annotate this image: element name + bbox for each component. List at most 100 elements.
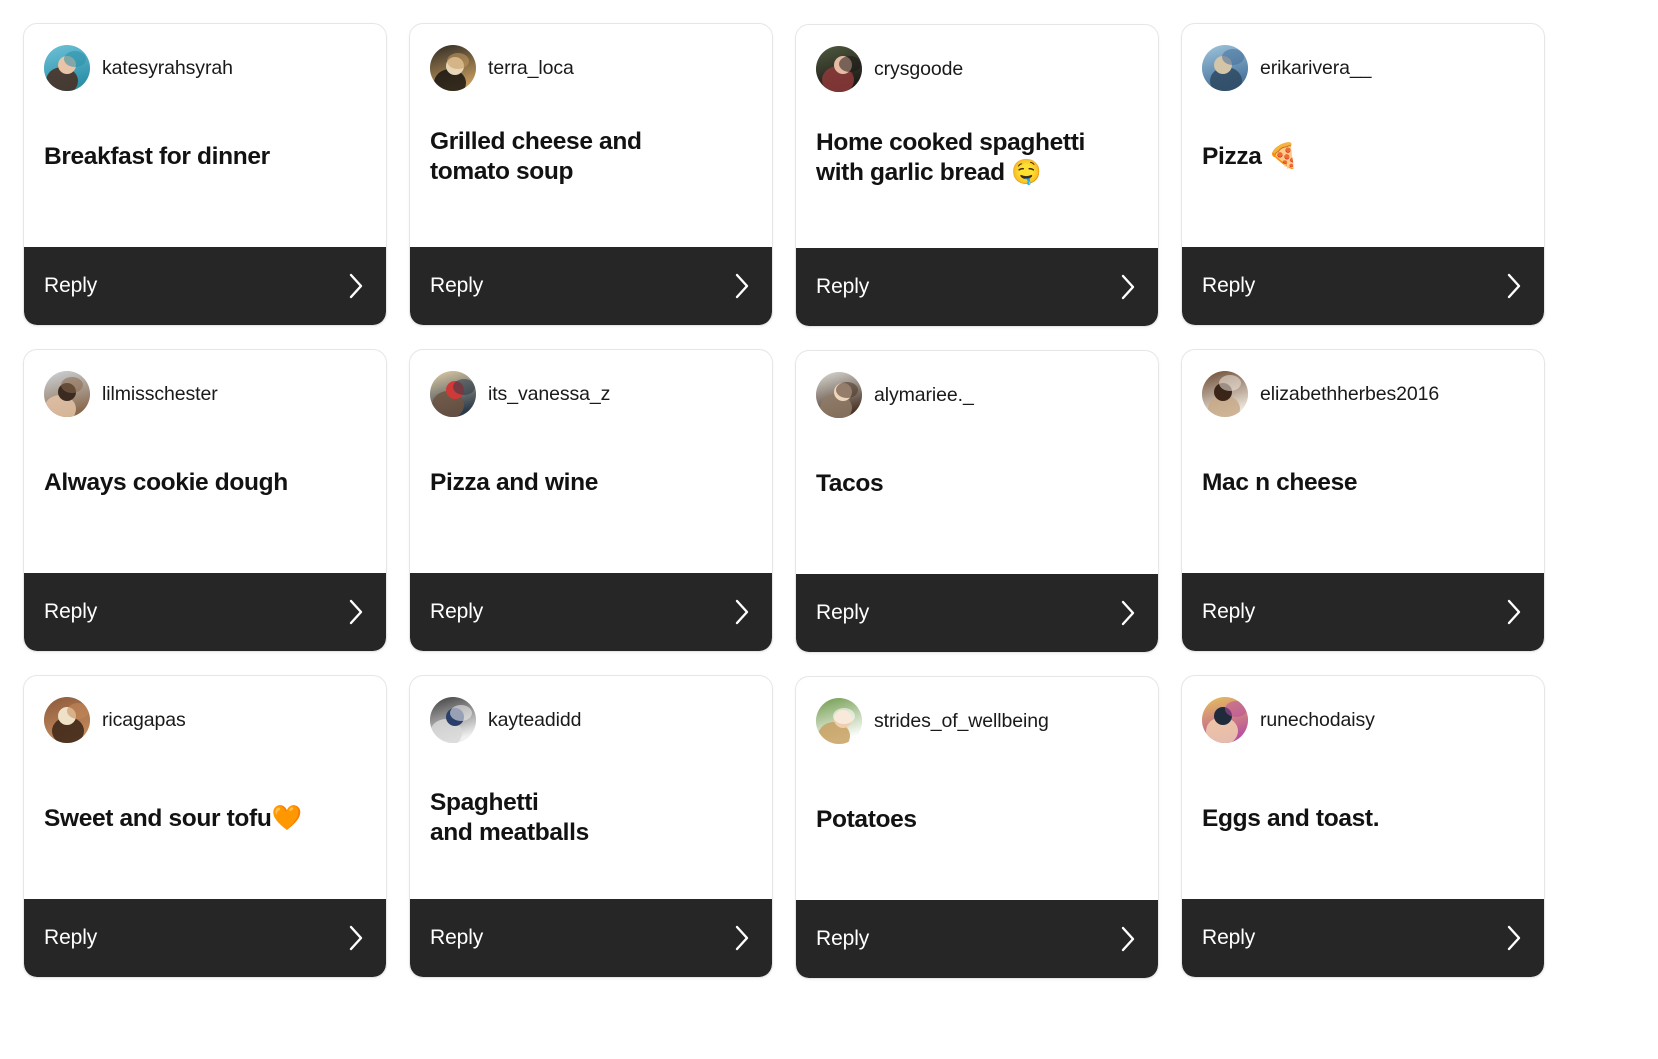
user-row: ricagapas: [44, 697, 366, 743]
chevron-right-icon: [1506, 925, 1522, 951]
user-row: runechodaisy: [1202, 697, 1524, 743]
avatar-kayteadidd[interactable]: [430, 697, 476, 743]
username-label: strides_of_wellbeing: [874, 710, 1049, 732]
chevron-right-icon: [1506, 273, 1522, 299]
answer-text: Always cookie dough: [44, 469, 288, 496]
reply-button[interactable]: Reply: [24, 573, 386, 651]
reply-card-erikarivera__[interactable]: erikarivera__ Pizza 🍕 Reply: [1181, 23, 1545, 326]
user-row: erikarivera__: [1202, 45, 1524, 91]
reply-label: Reply: [816, 275, 870, 298]
card-body: strides_of_wellbeing Potatoes: [796, 677, 1158, 900]
reply-card-crysgoode[interactable]: crysgoode Home cooked spaghetti with gar…: [795, 24, 1159, 327]
reply-button[interactable]: Reply: [1182, 573, 1544, 651]
card-body: kayteadidd Spaghetti and meatballs: [410, 676, 772, 899]
card-body: elizabethherbes2016 Mac n cheese: [1182, 350, 1544, 573]
avatar-its-vanessa-z[interactable]: [430, 371, 476, 417]
username-label: ricagapas: [102, 709, 186, 731]
reply-card-kayteadidd[interactable]: kayteadidd Spaghetti and meatballs Reply: [409, 675, 773, 978]
card-body: terra_loca Grilled cheese and tomato sou…: [410, 24, 772, 247]
chevron-right-icon: [1120, 926, 1136, 952]
reply-label: Reply: [1202, 926, 1256, 949]
avatar-erikarivera[interactable]: [1202, 45, 1248, 91]
user-row: alymariee._: [816, 372, 1138, 418]
reply-label: Reply: [816, 927, 870, 950]
reply-card-strides_of_wellbeing[interactable]: strides_of_wellbeing Potatoes Reply: [795, 676, 1159, 979]
reply-card-terra_loca[interactable]: terra_loca Grilled cheese and tomato sou…: [409, 23, 773, 326]
reply-card-ricagapas[interactable]: ricagapas Sweet and sour tofu🧡 Reply: [23, 675, 387, 978]
reply-label: Reply: [1202, 600, 1256, 623]
reply-button[interactable]: Reply: [796, 900, 1158, 978]
chevron-right-icon: [1120, 274, 1136, 300]
chevron-right-icon: [348, 925, 364, 951]
username-label: crysgoode: [874, 58, 964, 80]
chevron-right-icon: [734, 599, 750, 625]
answer-text: Pizza and wine: [430, 469, 598, 496]
card-body: its_vanessa_z Pizza and wine: [410, 350, 772, 573]
reply-label: Reply: [430, 600, 484, 623]
reply-card-grid: katesyrahsyrah Breakfast for dinner Repl…: [0, 0, 1658, 1059]
username-label: its_vanessa_z: [488, 383, 611, 405]
chevron-right-icon: [1120, 600, 1136, 626]
avatar-alymariee[interactable]: [816, 372, 862, 418]
user-row: its_vanessa_z: [430, 371, 752, 417]
reply-button[interactable]: Reply: [796, 248, 1158, 326]
avatar-elizabethherbes2016[interactable]: [1202, 371, 1248, 417]
reply-card-its_vanessa_z[interactable]: its_vanessa_z Pizza and wine Reply: [409, 349, 773, 652]
reply-label: Reply: [430, 274, 484, 297]
user-row: crysgoode: [816, 46, 1138, 92]
username-label: terra_loca: [488, 57, 574, 79]
reply-label: Reply: [816, 601, 870, 624]
card-body: runechodaisy Eggs and toast.: [1182, 676, 1544, 899]
card-body: crysgoode Home cooked spaghetti with gar…: [796, 25, 1158, 248]
avatar-runechodaisy[interactable]: [1202, 697, 1248, 743]
chevron-right-icon: [734, 273, 750, 299]
username-label: alymariee._: [874, 384, 974, 406]
reply-button[interactable]: Reply: [1182, 899, 1544, 977]
chevron-right-icon: [348, 599, 364, 625]
reply-label: Reply: [44, 600, 98, 623]
reply-button[interactable]: Reply: [1182, 247, 1544, 325]
reply-button[interactable]: Reply: [24, 247, 386, 325]
reply-button[interactable]: Reply: [410, 899, 772, 977]
answer-text: Tacos: [816, 470, 884, 497]
answer-text: Sweet and sour tofu🧡: [44, 805, 302, 832]
reply-card-lilmisschester[interactable]: lilmisschester Always cookie dough Reply: [23, 349, 387, 652]
avatar-ricagapas[interactable]: [44, 697, 90, 743]
user-row: lilmisschester: [44, 371, 366, 417]
username-label: erikarivera__: [1260, 57, 1372, 79]
username-label: kayteadidd: [488, 709, 582, 731]
avatar-strides-of-wellbeing[interactable]: [816, 698, 862, 744]
username-label: lilmisschester: [102, 383, 218, 405]
reply-label: Reply: [1202, 274, 1256, 297]
card-body: alymariee._ Tacos: [796, 351, 1158, 574]
avatar-crysgoode[interactable]: [816, 46, 862, 92]
reply-button[interactable]: Reply: [410, 247, 772, 325]
chevron-right-icon: [348, 273, 364, 299]
card-body: lilmisschester Always cookie dough: [24, 350, 386, 573]
avatar-katesyrahsyrah[interactable]: [44, 45, 90, 91]
username-label: elizabethherbes2016: [1260, 383, 1440, 405]
user-row: elizabethherbes2016: [1202, 371, 1524, 417]
reply-button[interactable]: Reply: [796, 574, 1158, 652]
reply-label: Reply: [44, 926, 98, 949]
reply-label: Reply: [430, 926, 484, 949]
reply-card-katesyrahsyrah[interactable]: katesyrahsyrah Breakfast for dinner Repl…: [23, 23, 387, 326]
user-row: terra_loca: [430, 45, 752, 91]
answer-text: Grilled cheese and tomato soup: [430, 128, 642, 185]
reply-card-alymariee._[interactable]: alymariee._ Tacos Reply: [795, 350, 1159, 653]
avatar-lilmisschester[interactable]: [44, 371, 90, 417]
answer-text: Eggs and toast.: [1202, 805, 1380, 832]
reply-button[interactable]: Reply: [24, 899, 386, 977]
answer-text: Pizza 🍕: [1202, 143, 1299, 170]
user-row: strides_of_wellbeing: [816, 698, 1138, 744]
reply-card-elizabethherbes2016[interactable]: elizabethherbes2016 Mac n cheese Reply: [1181, 349, 1545, 652]
reply-label: Reply: [44, 274, 98, 297]
username-label: katesyrahsyrah: [102, 57, 233, 79]
user-row: kayteadidd: [430, 697, 752, 743]
reply-card-runechodaisy[interactable]: runechodaisy Eggs and toast. Reply: [1181, 675, 1545, 978]
avatar-terra-loca[interactable]: [430, 45, 476, 91]
reply-button[interactable]: Reply: [410, 573, 772, 651]
answer-text: Breakfast for dinner: [44, 143, 270, 170]
card-body: katesyrahsyrah Breakfast for dinner: [24, 24, 386, 247]
answer-text: Mac n cheese: [1202, 469, 1358, 496]
